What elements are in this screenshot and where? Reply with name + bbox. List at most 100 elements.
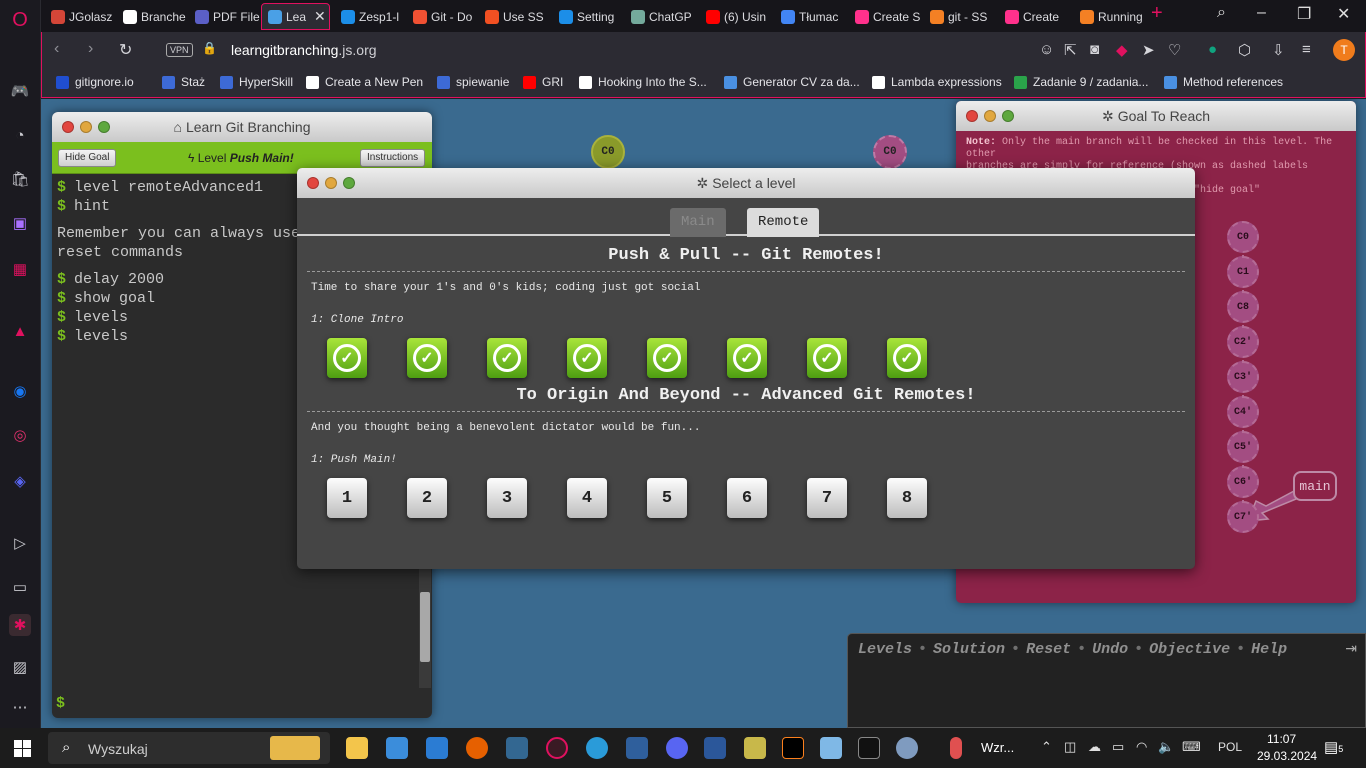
menu-icon[interactable]: ≡: [1302, 41, 1311, 58]
tab-6[interactable]: Use SS: [479, 3, 551, 30]
bookmark-item[interactable]: Zadanie 9 / zadania...: [1014, 75, 1148, 89]
pinboard-icon[interactable]: ✱: [9, 614, 31, 636]
goal-commit[interactable]: C0: [1227, 221, 1259, 253]
firefox-icon[interactable]: [466, 737, 488, 759]
windows-start-icon[interactable]: [14, 740, 31, 757]
reload-icon[interactable]: ↻: [119, 40, 132, 60]
canvas-commit[interactable]: C0: [591, 135, 625, 169]
instructions-button[interactable]: Instructions: [360, 149, 426, 167]
modal-titlebar[interactable]: ✲ Select a level: [297, 168, 1195, 198]
bookmark-item[interactable]: spiewanie: [437, 75, 509, 89]
level-button[interactable]: 1: [327, 478, 367, 518]
levels-link[interactable]: Levels: [858, 641, 912, 658]
notifications-icon[interactable]: ▤5: [1324, 738, 1343, 756]
url-field[interactable]: learngitbranching.js.org: [231, 42, 377, 58]
forward-icon[interactable]: ›: [88, 40, 93, 58]
tab-5[interactable]: Git - Do: [407, 3, 479, 30]
tab-remote[interactable]: Remote: [747, 208, 820, 237]
level-button-solved[interactable]: ✓: [647, 338, 687, 378]
aria-icon[interactable]: ▲: [9, 320, 31, 342]
shopping-bag-icon[interactable]: 🛍: [9, 168, 31, 190]
speedometer-icon[interactable]: ◔: [9, 124, 31, 146]
goal-commit[interactable]: C5': [1227, 431, 1259, 463]
send-icon[interactable]: ➤: [1142, 41, 1155, 59]
cube-icon[interactable]: ⬡: [1238, 41, 1251, 59]
file-explorer-icon[interactable]: [346, 737, 368, 759]
close-window-icon[interactable]: ✕: [1337, 4, 1350, 24]
level-button[interactable]: 6: [727, 478, 767, 518]
command-input-prompt[interactable]: $: [56, 695, 65, 712]
clock-date[interactable]: 29.03.2024: [1257, 749, 1317, 763]
tab-14[interactable]: Running: [1074, 3, 1146, 30]
tab-1[interactable]: Branche: [117, 3, 192, 30]
word-icon[interactable]: [704, 737, 726, 759]
cpu-icon[interactable]: ▦: [9, 258, 31, 280]
opera-taskbar-icon[interactable]: [546, 737, 568, 759]
wallet-icon[interactable]: ▭: [9, 576, 31, 598]
camera-tray-icon[interactable]: ◫: [1064, 739, 1076, 755]
profile-avatar[interactable]: T: [1333, 39, 1355, 61]
notepad-icon[interactable]: [820, 737, 842, 759]
intellij-icon[interactable]: [782, 737, 804, 759]
exit-icon[interactable]: ⇥: [1345, 640, 1357, 657]
level-button-solved[interactable]: ✓: [567, 338, 607, 378]
battery-icon[interactable]: ▭: [1112, 739, 1124, 755]
language-indicator[interactable]: POL: [1218, 740, 1242, 754]
instagram-icon[interactable]: ◎: [9, 424, 31, 446]
tab-10[interactable]: Tłumac: [775, 3, 847, 30]
adblock-shield-icon[interactable]: ◆: [1116, 41, 1128, 59]
tab-12[interactable]: git - SS: [924, 3, 999, 30]
postgres-icon[interactable]: [506, 737, 528, 759]
discord-icon[interactable]: ◈: [9, 470, 31, 492]
level-button-solved[interactable]: ✓: [727, 338, 767, 378]
level-button[interactable]: 5: [647, 478, 687, 518]
bookmark-item[interactable]: Generator CV za da...: [724, 75, 860, 89]
terminal-titlebar[interactable]: ⌂ Learn Git Branching: [52, 112, 432, 142]
bookmark-item[interactable]: Create a New Pen: [306, 75, 423, 89]
terminal-icon[interactable]: [858, 737, 880, 759]
clock-time[interactable]: 11:07: [1267, 732, 1296, 746]
tab-9[interactable]: (6) Usin: [700, 3, 772, 30]
bookmark-item[interactable]: Hooking Into the S...: [579, 75, 707, 89]
level-button-solved[interactable]: ✓: [807, 338, 847, 378]
mysql-workbench-icon[interactable]: [626, 737, 648, 759]
minimize-light-icon[interactable]: [80, 121, 92, 133]
vpn-badge[interactable]: VPN: [166, 43, 193, 57]
twitch-icon[interactable]: ▣: [9, 212, 31, 234]
cloud-icon[interactable]: ☁: [1088, 739, 1101, 755]
heart-icon[interactable]: ♡: [1168, 41, 1181, 59]
camera-icon[interactable]: ◙: [1090, 41, 1099, 58]
tab-4[interactable]: Zesp1-l: [335, 3, 407, 30]
bookmark-item[interactable]: Staż: [162, 75, 205, 89]
goal-commit[interactable]: C8: [1227, 291, 1259, 323]
level-button-solved[interactable]: ✓: [327, 338, 367, 378]
store-icon[interactable]: [386, 737, 408, 759]
thermometer-icon[interactable]: [950, 737, 962, 759]
back-icon[interactable]: ‹: [54, 40, 59, 58]
goal-commit[interactable]: C3': [1227, 361, 1259, 393]
level-button-solved[interactable]: ✓: [487, 338, 527, 378]
goal-commit[interactable]: C6': [1227, 466, 1259, 498]
tab-7[interactable]: Setting: [553, 3, 625, 30]
close-light-icon[interactable]: [307, 177, 319, 189]
goal-commit[interactable]: C2': [1227, 326, 1259, 358]
hide-goal-button[interactable]: Hide Goal: [58, 149, 117, 167]
player-icon[interactable]: ▷: [9, 532, 31, 554]
minimize-icon[interactable]: –: [1257, 4, 1266, 22]
bookmark-item[interactable]: GRI: [523, 75, 563, 89]
restore-icon[interactable]: ❐: [1297, 4, 1311, 24]
wifi-icon[interactable]: ◠: [1136, 739, 1147, 755]
branch-label-main[interactable]: main: [1293, 471, 1337, 501]
taskbar-search[interactable]: ⌕ Wyszukaj: [48, 732, 330, 764]
maximize-light-icon[interactable]: [343, 177, 355, 189]
discord-taskbar-icon[interactable]: [666, 737, 688, 759]
emoji-icon[interactable]: ☺: [1039, 41, 1054, 58]
tab-13[interactable]: Create: [999, 3, 1074, 30]
tab-2[interactable]: PDF File: [189, 3, 263, 30]
tab-8[interactable]: ChatGP: [625, 3, 700, 30]
undo-link[interactable]: Undo: [1092, 641, 1128, 658]
scrollbar-thumb[interactable]: [420, 592, 430, 662]
aria-extension-icon[interactable]: ●: [1208, 41, 1217, 58]
level-button-solved[interactable]: ✓: [887, 338, 927, 378]
solution-link[interactable]: Solution: [933, 641, 1005, 658]
